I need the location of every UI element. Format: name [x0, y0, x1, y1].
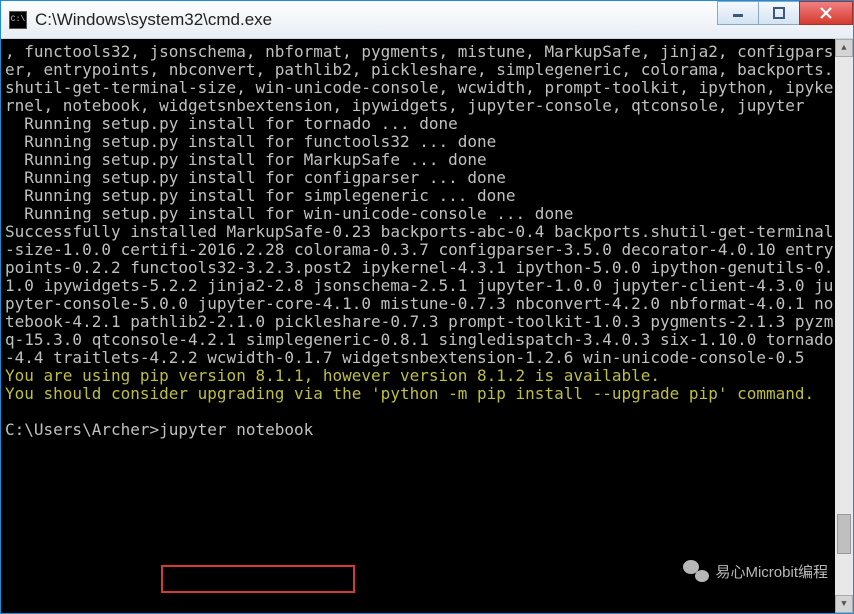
- vertical-scrollbar[interactable]: ▲ ▼: [835, 39, 853, 613]
- output-line: Running setup.py install for MarkupSafe …: [5, 150, 487, 169]
- scroll-thumb[interactable]: [837, 514, 851, 554]
- scroll-track[interactable]: [835, 57, 853, 595]
- minimize-button[interactable]: [717, 1, 759, 25]
- output-line: Running setup.py install for configparse…: [5, 168, 506, 187]
- close-button[interactable]: [799, 1, 853, 25]
- pip-warning-line: You should consider upgrading via the 'p…: [5, 384, 814, 403]
- command-prompt-window: C:\ C:\Windows\system32\cmd.exe , functo…: [0, 0, 854, 614]
- output-line: Successfully installed MarkupSafe-0.23 b…: [5, 222, 833, 367]
- output-line: , functools32, jsonschema, nbformat, pyg…: [5, 42, 833, 115]
- output-line: Running setup.py install for functools32…: [5, 132, 496, 151]
- pip-warning-line: You are using pip version 8.1.1, however…: [5, 366, 660, 385]
- output-line: Running setup.py install for tornado ...…: [5, 114, 458, 133]
- prompt-prefix: C:\Users\Archer>: [5, 420, 159, 439]
- maximize-button[interactable]: [758, 1, 800, 25]
- output-line: Running setup.py install for simplegener…: [5, 186, 516, 205]
- cmd-icon: C:\: [9, 11, 27, 29]
- scroll-down-button[interactable]: ▼: [835, 595, 853, 613]
- terminal-area: , functools32, jsonschema, nbformat, pyg…: [1, 39, 853, 613]
- window-title: C:\Windows\system32\cmd.exe: [35, 10, 718, 30]
- terminal-output[interactable]: , functools32, jsonschema, nbformat, pyg…: [1, 39, 835, 613]
- window-controls: [718, 1, 853, 38]
- output-line: Running setup.py install for win-unicode…: [5, 204, 573, 223]
- prompt-command[interactable]: jupyter notebook: [159, 420, 313, 439]
- scroll-up-button[interactable]: ▲: [835, 39, 853, 57]
- titlebar[interactable]: C:\ C:\Windows\system32\cmd.exe: [1, 1, 853, 39]
